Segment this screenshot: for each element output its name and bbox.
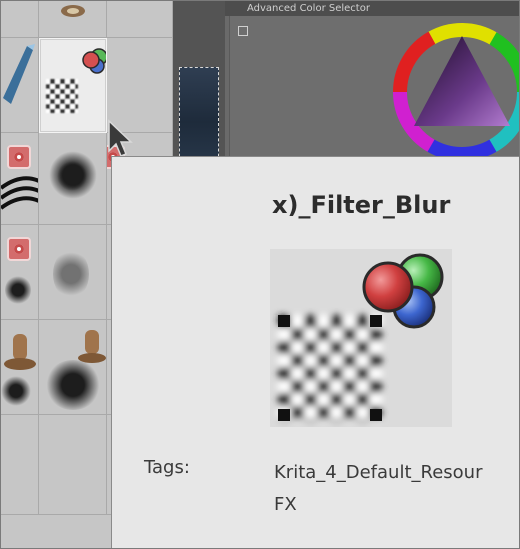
brush-preset-item[interactable]: [1, 1, 39, 38]
spray-preset-icon: [5, 275, 31, 305]
brush-preset-item[interactable]: [39, 1, 107, 38]
tags-label: Tags:: [144, 457, 190, 478]
spray-preset-icon: [57, 161, 87, 191]
brush-preset-item[interactable]: [1, 320, 39, 415]
brush-preset-item[interactable]: [39, 225, 107, 320]
brush-preset-item-selected[interactable]: [39, 38, 107, 133]
spray-preset-icon: [53, 249, 89, 299]
filter-blur-preset-icon: [278, 253, 444, 421]
brush-preset-item[interactable]: [39, 133, 107, 225]
stamp-preset-icon: [61, 5, 85, 17]
spray-preset-icon: [45, 360, 101, 410]
brush-preset-item[interactable]: [39, 415, 107, 515]
window: Advanced Color Selector x)_Filter_Blur T…: [0, 0, 520, 549]
brush-preset-item[interactable]: [1, 38, 39, 133]
filter-blur-preset-icon: [46, 48, 106, 113]
tags-value-line: Krita_4_Default_Resour: [274, 462, 483, 483]
docker-menu-icon[interactable]: [238, 26, 248, 36]
tags-value: Krita_4_Default_Resour FX: [274, 457, 483, 521]
brush-preset-item[interactable]: [1, 415, 39, 515]
brush-preset-item[interactable]: [1, 225, 39, 320]
mouse-pointer-icon: [108, 119, 133, 157]
preset-tooltip: x)_Filter_Blur Tags: Krita_4_Default_Res…: [111, 156, 519, 548]
color-wheel-icon[interactable]: [390, 16, 520, 166]
docker-title: Advanced Color Selector: [225, 1, 519, 16]
tooltip-title: x)_Filter_Blur: [272, 191, 451, 219]
brush-preset-item[interactable]: [39, 320, 107, 415]
brush-pen-preset-icon: [3, 44, 35, 104]
filter-badge-icon: [7, 237, 31, 261]
brush-preset-item[interactable]: [107, 1, 173, 38]
tooltip-preview: [270, 249, 452, 427]
tags-value-line: FX: [274, 494, 297, 515]
brush-preset-item[interactable]: [1, 133, 39, 225]
spray-preset-icon: [1, 376, 31, 406]
brush-stroke-preset-icon: [1, 176, 38, 210]
